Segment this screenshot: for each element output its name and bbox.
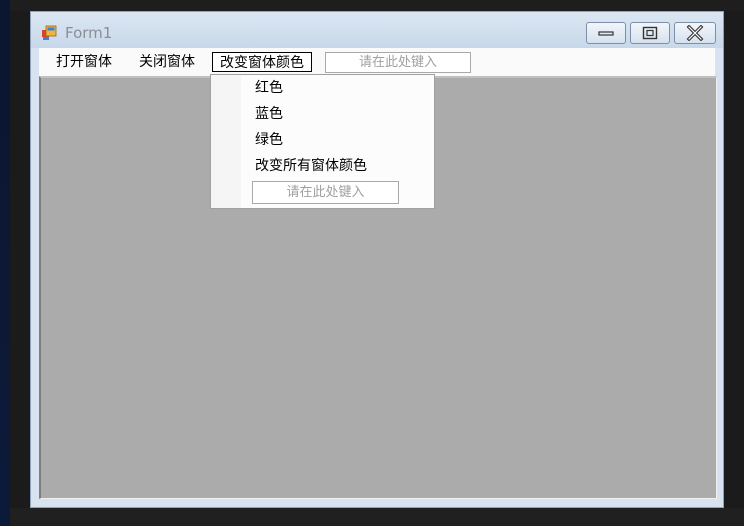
dropdown-type-here-input[interactable] — [252, 181, 399, 204]
ide-background-bottom — [10, 508, 744, 526]
menu-item-open-form[interactable]: 打开窗体 — [49, 52, 119, 72]
menu-item-close-form[interactable]: 关闭窗体 — [132, 52, 202, 72]
close-icon — [686, 25, 704, 41]
dropdown-item-blue[interactable]: 蓝色 — [255, 103, 283, 125]
minimize-icon — [598, 31, 614, 36]
window-title: Form1 — [65, 24, 113, 42]
minimize-button[interactable] — [586, 22, 626, 44]
desktop-background — [0, 0, 10, 526]
dropdown-item-green[interactable]: 绿色 — [255, 129, 283, 151]
title-bar[interactable]: Form1 — [31, 12, 723, 48]
close-button[interactable] — [674, 22, 716, 44]
menubar-type-here-input[interactable] — [325, 52, 471, 73]
form-app-icon — [42, 25, 57, 40]
dropdown-image-margin — [211, 75, 241, 208]
menu-item-change-color[interactable]: 改变窗体颜色 — [212, 52, 312, 72]
change-color-dropdown: 红色 蓝色 绿色 改变所有窗体颜色 — [210, 74, 435, 209]
ide-background-top — [10, 0, 744, 11]
maximize-icon — [642, 26, 658, 40]
dropdown-item-change-all[interactable]: 改变所有窗体颜色 — [255, 155, 367, 177]
menu-bar: 打开窗体 关闭窗体 改变窗体颜色 — [39, 48, 715, 76]
maximize-button[interactable] — [630, 22, 670, 44]
dropdown-item-red[interactable]: 红色 — [255, 77, 283, 99]
